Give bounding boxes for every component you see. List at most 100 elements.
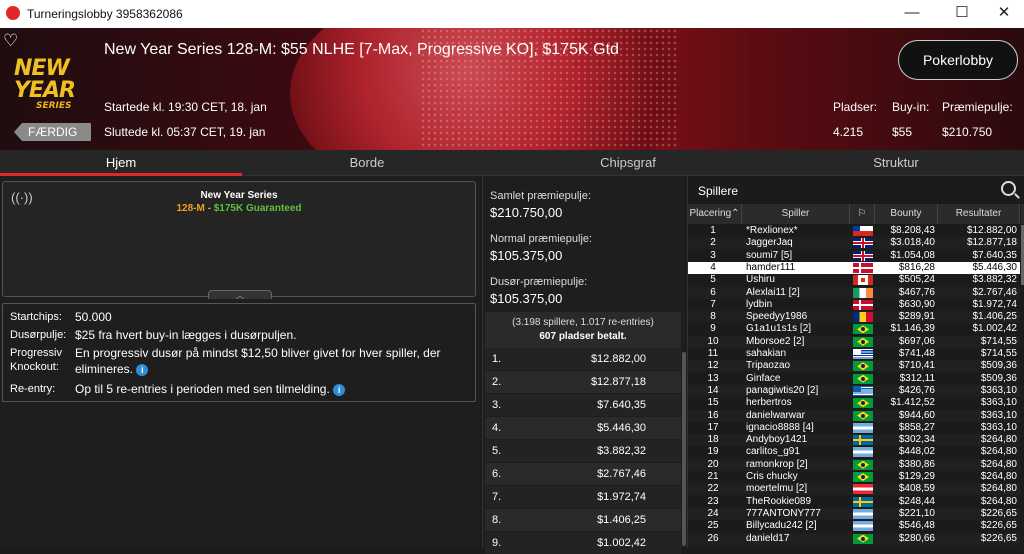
payout-row: 6. $2.767,46 bbox=[485, 463, 681, 485]
payout-row: 3. $7.640,35 bbox=[485, 394, 681, 416]
tab-chipgraph[interactable]: Chipsgraf bbox=[492, 150, 764, 176]
tournament-info-box: ((·)) New Year Series 128-M - $175K Guar… bbox=[2, 181, 476, 300]
tab-tables[interactable]: Borde bbox=[246, 150, 488, 176]
favorite-heart-icon[interactable]: ♡ bbox=[3, 31, 18, 51]
close-button[interactable]: ✕ bbox=[982, 2, 1024, 24]
player-bounty: $505,24 bbox=[898, 274, 935, 286]
player-bounty: $312,11 bbox=[899, 372, 935, 384]
player-rank: 26 bbox=[707, 532, 719, 544]
payout-amount: $1.002,42 bbox=[597, 537, 646, 549]
table-row[interactable]: 22 moertelmu [2] $408,59 $264,80 bbox=[688, 483, 1020, 496]
bounty-prize-label: Dusør-præmiepulje: bbox=[490, 276, 588, 288]
minimize-button[interactable]: — bbox=[890, 2, 934, 24]
entries-count: (3.198 spillere, 1.017 re-entries) bbox=[512, 317, 654, 328]
country-flag-icon bbox=[853, 447, 873, 458]
table-row[interactable]: 5 Ushiru $505,24 $3.882,32 bbox=[688, 274, 1020, 286]
player-result: $509,36 bbox=[980, 372, 1017, 384]
player-bounty: $426,76 bbox=[898, 384, 935, 396]
table-row[interactable]: 3 soumi7 [5] $1.054,08 $7.640,35 bbox=[688, 250, 1020, 262]
collapse-chevron-up-icon[interactable]: ︿ bbox=[208, 290, 272, 300]
bountypool-label: Dusørpulje: bbox=[10, 329, 67, 341]
table-row[interactable]: 25 Billycadu242 [2] $546,48 $226,65 bbox=[688, 520, 1020, 532]
table-row[interactable]: 18 Andyboy1421 $302,34 $264,80 bbox=[688, 434, 1020, 447]
table-row[interactable]: 23 TheRookie089 $248,44 $264,80 bbox=[688, 496, 1020, 508]
entries-summary: (3.198 spillere, 1.017 re-entries) 607 p… bbox=[485, 312, 681, 350]
player-rank: 19 bbox=[707, 446, 719, 458]
player-result: $264,80 bbox=[980, 471, 1017, 482]
player-result: $1.406,25 bbox=[972, 311, 1018, 323]
table-row[interactable]: 10 Mborsoe2 [2] $697,06 $714,55 bbox=[688, 335, 1020, 348]
player-rank: 15 bbox=[707, 397, 719, 409]
payout-rank: 9. bbox=[492, 537, 502, 549]
bounty-prize-value: $105.375,00 bbox=[490, 291, 563, 306]
table-row[interactable]: 1 *Rexlionex* $8.208,43 $12.882,00 bbox=[688, 225, 1020, 237]
table-row[interactable]: 2 JaggerJaq $3.018,40 $12.877,18 bbox=[688, 237, 1020, 250]
col-result[interactable]: Resultater bbox=[938, 204, 1020, 224]
country-flag-icon bbox=[853, 496, 873, 507]
series-name: New Year Series bbox=[200, 190, 278, 201]
tab-home[interactable]: Hjem bbox=[0, 150, 242, 176]
col-bounty[interactable]: Bounty bbox=[875, 204, 938, 224]
player-name: soumi7 [5] bbox=[746, 249, 793, 261]
player-bounty: $3.018,40 bbox=[890, 237, 936, 249]
col-player[interactable]: Spiller bbox=[742, 204, 850, 224]
player-rank: 12 bbox=[707, 360, 719, 372]
col-rank[interactable]: Placering⌃ bbox=[688, 204, 742, 224]
table-row[interactable]: 24 777ANTONY777 $221,10 $226,65 bbox=[688, 507, 1020, 520]
country-flag-icon bbox=[853, 312, 873, 323]
home-left-panel: ((·)) New Year Series 128-M - $175K Guar… bbox=[0, 176, 480, 548]
total-prize-label: Samlet præmiepulje: bbox=[490, 190, 591, 202]
table-row[interactable]: 12 Tripaozao $710,41 $509,36 bbox=[688, 360, 1020, 373]
player-bounty: $302,34 bbox=[898, 434, 935, 446]
player-bounty: $129,29 bbox=[898, 471, 935, 482]
poker-lobby-button[interactable]: Pokerlobby bbox=[898, 40, 1018, 80]
seats-value: 4.215 bbox=[833, 125, 864, 139]
table-row[interactable]: 11 sahakian $741,48 $714,55 bbox=[688, 348, 1020, 360]
country-flag-icon bbox=[853, 398, 873, 409]
country-flag-icon bbox=[853, 336, 873, 347]
country-flag-icon bbox=[853, 250, 873, 261]
table-row[interactable]: 21 Cris chucky $129,29 $264,80 bbox=[688, 471, 1020, 483]
player-result: $363,10 bbox=[980, 409, 1017, 421]
table-row[interactable]: 19 carlitos_g91 $448,02 $264,80 bbox=[688, 446, 1020, 458]
player-bounty: $741,48 bbox=[898, 348, 935, 359]
table-row[interactable]: 16 danielwarwar $944,60 $363,10 bbox=[688, 409, 1020, 422]
player-result: $363,10 bbox=[980, 384, 1017, 396]
player-bounty: $944,60 bbox=[898, 409, 935, 421]
info-icon[interactable]: i bbox=[333, 383, 346, 396]
guarantee-text: $175K Guaranteed bbox=[213, 203, 302, 214]
window-titlebar: Turneringslobby 3958362086 — ☐ ✕ bbox=[0, 0, 1024, 28]
table-row[interactable]: 14 panagiwtis20 [2] $426,76 $363,10 bbox=[688, 384, 1020, 397]
tab-structure[interactable]: Struktur bbox=[768, 150, 1024, 176]
table-row[interactable]: 9 G1a1u1s1s [2] $1.146,39 $1.002,42 bbox=[688, 323, 1020, 335]
payout-amount: $2.767,46 bbox=[597, 468, 646, 480]
pokerstars-logo-icon bbox=[6, 6, 20, 20]
table-row[interactable]: 26 danield17 $280,66 $226,65 bbox=[688, 532, 1020, 545]
table-row[interactable]: 4 hamder111 $816,28 $5.446,30 bbox=[688, 261, 1020, 274]
country-flag-icon bbox=[853, 484, 873, 495]
table-row[interactable]: 17 ignacio8888 [4] $858,27 $363,10 bbox=[688, 422, 1020, 434]
table-row[interactable]: 7 lydbin $630,90 $1.972,74 bbox=[688, 299, 1020, 311]
maximize-button[interactable]: ☐ bbox=[940, 2, 984, 24]
player-name: ignacio8888 [4] bbox=[746, 421, 814, 433]
payout-row: 1. $12.882,00 bbox=[485, 348, 681, 370]
col-flag[interactable]: ⚐ bbox=[850, 204, 875, 224]
player-name: G1a1u1s1s [2] bbox=[746, 323, 812, 335]
player-result: $264,80 bbox=[980, 495, 1017, 507]
table-row[interactable]: 6 Alexlai11 [2] $467,76 $2.767,46 bbox=[688, 286, 1020, 299]
country-flag-icon bbox=[853, 349, 873, 359]
table-row[interactable]: 13 Ginface $312,11 $509,36 bbox=[688, 373, 1020, 385]
status-badge: FÆRDIG bbox=[14, 123, 92, 141]
player-bounty: $248,44 bbox=[898, 495, 935, 507]
payout-scrollbar[interactable] bbox=[682, 352, 686, 546]
table-row[interactable]: 15 herbertros $1.412,52 $363,10 bbox=[688, 397, 1020, 409]
flag-icon: ⚐ bbox=[857, 208, 867, 219]
info-icon[interactable]: i bbox=[136, 363, 149, 376]
player-rank: 11 bbox=[707, 348, 719, 359]
table-row[interactable]: 20 ramonkrop [2] $380,86 $264,80 bbox=[688, 458, 1020, 471]
players-title: Spillere bbox=[698, 184, 739, 198]
country-flag-icon bbox=[853, 435, 873, 446]
search-icon[interactable] bbox=[1001, 181, 1016, 196]
country-flag-icon bbox=[853, 299, 873, 310]
table-row[interactable]: 8 Speedyy1986 $289,91 $1.406,25 bbox=[688, 311, 1020, 324]
